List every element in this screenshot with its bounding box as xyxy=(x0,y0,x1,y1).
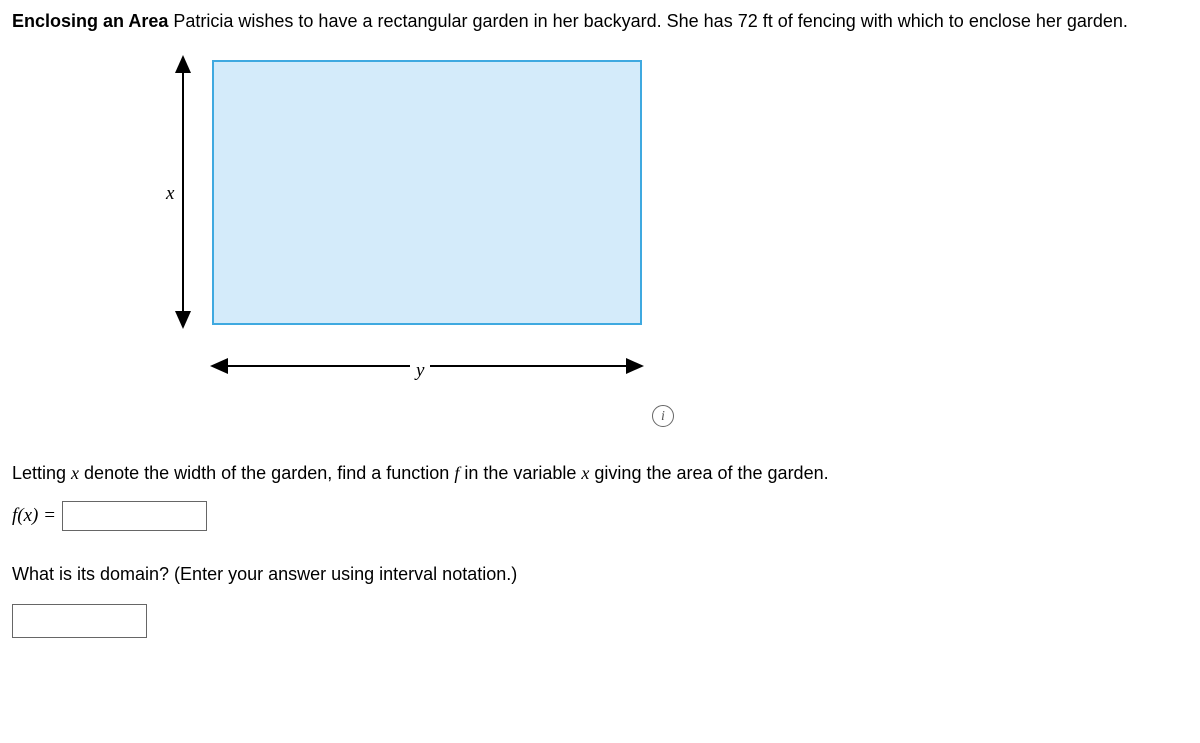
garden-rectangle xyxy=(212,60,642,325)
question-area-function: Letting x denote the width of the garden… xyxy=(12,460,1188,487)
fx-answer-row: f(x) = xyxy=(12,501,1188,531)
fx-label: f(x) = xyxy=(12,502,56,531)
y-arrow-left-icon xyxy=(210,358,228,374)
info-icon[interactable]: i xyxy=(652,405,674,427)
x-axis-label: x xyxy=(162,178,178,211)
fx-answer-input[interactable] xyxy=(62,501,207,531)
problem-title: Enclosing an Area xyxy=(12,11,168,31)
problem-body: Patricia wishes to have a rectangular ga… xyxy=(168,11,1128,31)
y-axis-label: y xyxy=(410,355,430,388)
question-domain: What is its domain? (Enter your answer u… xyxy=(12,561,1188,588)
x-arrow-down-icon xyxy=(175,311,191,329)
problem-statement: Enclosing an Area Patricia wishes to hav… xyxy=(12,8,1188,35)
garden-diagram: x y i xyxy=(142,55,702,435)
domain-answer-input[interactable] xyxy=(12,604,147,638)
x-dimension-line xyxy=(182,65,184,320)
y-arrow-right-icon xyxy=(626,358,644,374)
x-arrow-up-icon xyxy=(175,55,191,73)
